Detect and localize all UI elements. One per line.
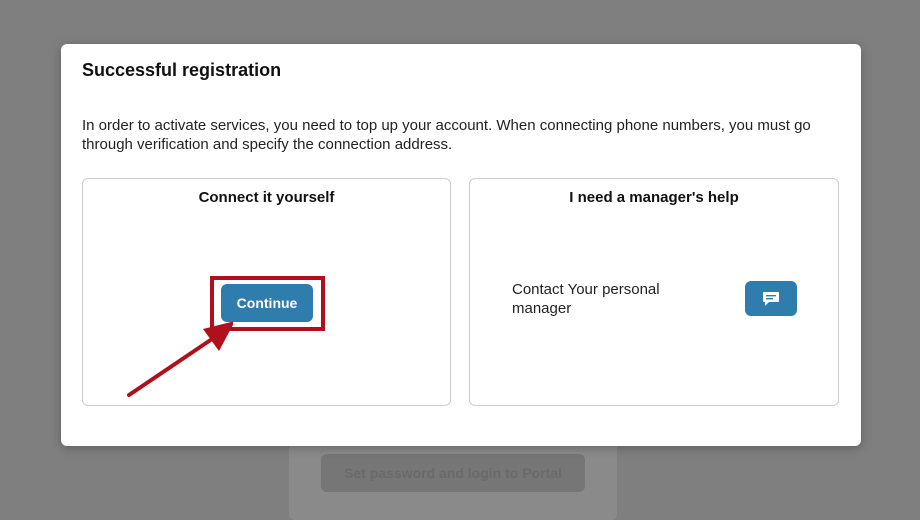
registration-modal: Successful registration In order to acti…	[61, 44, 861, 446]
chat-bubble-icon	[763, 291, 779, 306]
chat-manager-button[interactable]	[745, 281, 797, 316]
modal-title: Successful registration	[82, 60, 282, 80]
contact-manager-text: Contact Your personal manager	[512, 281, 660, 317]
connect-yourself-title: Connect it yourself	[198, 189, 335, 206]
connect-yourself-panel: Connect it yourself Continue	[82, 178, 451, 406]
manager-help-panel: I need a manager's help Contact Your per…	[469, 178, 839, 406]
modal-message: In order to activate services, you need …	[82, 117, 811, 153]
manager-help-title: I need a manager's help	[569, 189, 739, 206]
continue-button[interactable]: Continue	[221, 284, 313, 322]
annotation-arrow-icon	[127, 321, 233, 397]
set-password-login-button: Set password and login to Portal	[321, 454, 585, 492]
